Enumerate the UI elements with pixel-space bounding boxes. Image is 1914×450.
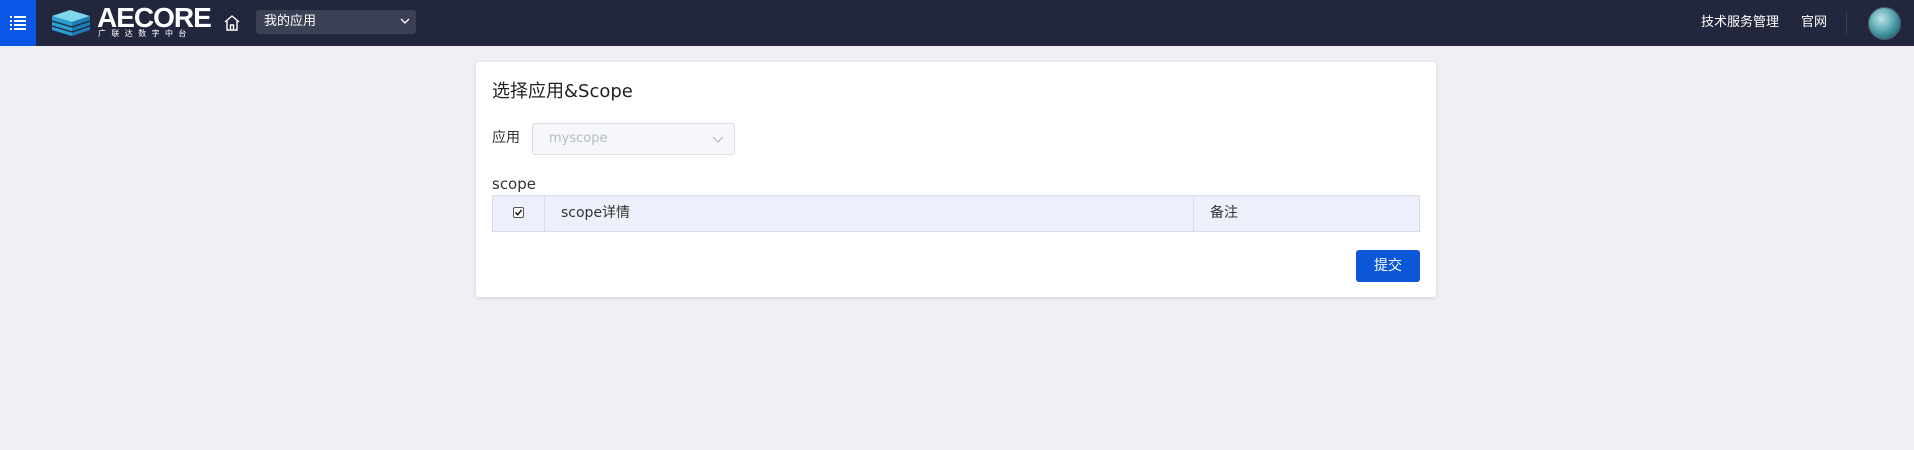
checkmark-icon [514,208,523,216]
submit-button[interactable]: 提交 [1356,250,1420,282]
app-switcher-value: 我的应用 [264,14,317,29]
column-header-scope-detail: scope详情 [545,196,1194,231]
official-site-link[interactable]: 官网 [1801,14,1827,32]
scope-table: scope详情 备注 [492,195,1420,232]
table-header-select-cell [493,196,545,231]
page-title: 选择应用&Scope [492,81,633,102]
menu-toggle-button[interactable] [0,0,36,46]
list-icon [10,16,26,30]
chevron-down-icon [712,136,724,143]
app-select-value: myscope [549,131,608,146]
app-field-label: 应用 [492,130,520,146]
app-switcher-select[interactable]: 我的应用 [256,10,416,34]
header-divider [1846,12,1847,34]
app-select-field[interactable]: myscope [532,123,735,155]
user-avatar[interactable] [1868,7,1901,40]
home-button[interactable] [222,13,242,33]
chevron-down-icon [400,18,410,24]
tech-service-link[interactable]: 技术服务管理 [1701,14,1779,32]
aecore-logo[interactable]: AECORE 广联达数字中台 [50,2,212,43]
column-header-note: 备注 [1210,205,1238,221]
select-app-scope-card: 选择应用&Scope 应用 myscope scope scope详情 备注 提… [476,62,1436,297]
top-navbar: AECORE 广联达数字中台 我的应用 技术服务管理 官网 [0,0,1914,46]
select-all-checkbox[interactable] [513,206,524,218]
logo-mark-icon [51,10,91,36]
home-icon [224,15,240,31]
scope-section-label: scope [492,175,536,193]
logo-subtitle: 广联达数字中台 [98,29,192,38]
